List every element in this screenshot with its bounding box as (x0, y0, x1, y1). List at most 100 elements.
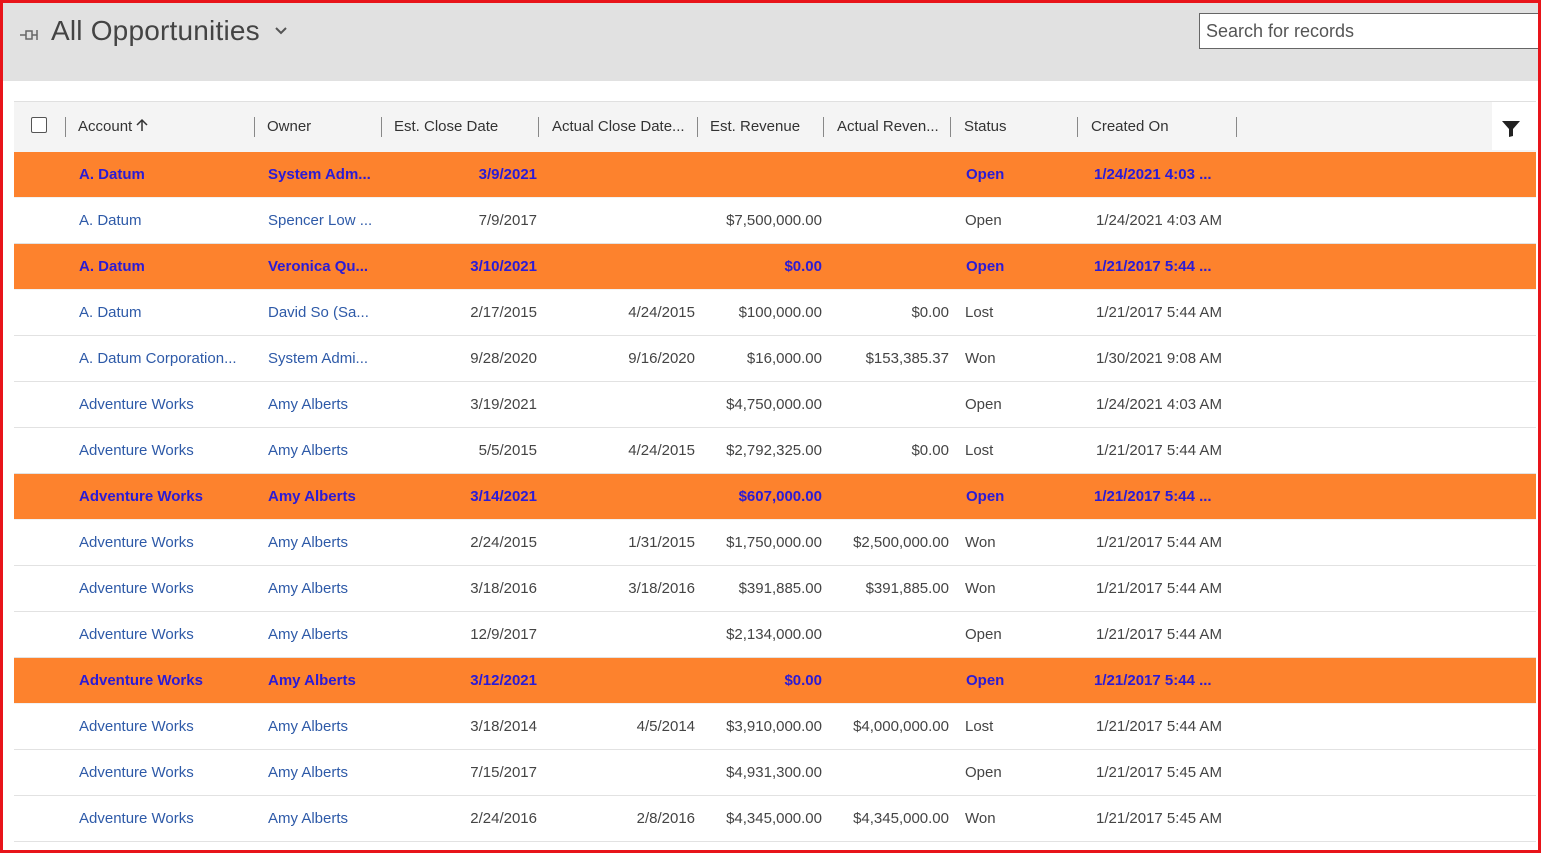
status-cell: Lost (965, 304, 994, 321)
column-divider[interactable] (65, 117, 66, 137)
owner-cell[interactable]: Amy Alberts (268, 658, 388, 703)
status-cell: Open (965, 764, 1002, 781)
table-row[interactable]: A. Datum Veronica Qu... 3/10/2021 $0.00 Open… (14, 244, 1536, 290)
est-close-date-cell: 7/9/2017 (478, 212, 537, 229)
created-on-cell: 1/21/2017 5:44 AM (1096, 718, 1222, 735)
account-cell[interactable]: A. Datum Corporation... (79, 336, 264, 381)
owner-cell[interactable]: Amy Alberts (268, 704, 388, 749)
column-header-actual-close-date[interactable]: Actual Close Date... (552, 102, 685, 152)
column-header-actual-revenue[interactable]: Actual Reven... (837, 102, 939, 152)
table-row[interactable]: A. Datum System Adm... 3/9/2021 Open 1/24/20… (14, 152, 1536, 198)
status-cell: Won (965, 810, 996, 827)
account-cell[interactable]: Adventure Works (79, 520, 264, 565)
est-revenue-cell: $4,931,300.00 (726, 764, 822, 781)
actual-close-date-cell: 4/5/2014 (636, 718, 695, 735)
account-cell[interactable]: A. Datum (79, 152, 264, 197)
status-cell: Open (966, 488, 1005, 505)
column-header-owner[interactable]: Owner (267, 102, 311, 152)
account-cell[interactable]: Adventure Works (79, 474, 264, 519)
column-divider[interactable] (1236, 117, 1237, 137)
est-revenue-cell: $4,345,000.00 (726, 810, 822, 827)
account-cell[interactable]: Adventure Works (79, 566, 264, 611)
select-all-checkbox[interactable] (31, 117, 47, 133)
owner-cell[interactable]: Amy Alberts (268, 520, 388, 565)
est-close-date-cell: 5/5/2015 (478, 442, 537, 459)
est-close-date-cell: 2/17/2015 (470, 304, 537, 321)
account-cell[interactable]: A. Datum (79, 244, 264, 289)
owner-cell[interactable]: David So (Sa... (268, 290, 388, 335)
account-cell[interactable]: Adventure Works (79, 612, 264, 657)
table-row[interactable]: Adventure Works Amy Alberts 3/18/2016 3/18/… (14, 566, 1536, 612)
created-on-cell: 1/21/2017 5:44 AM (1096, 304, 1222, 321)
column-divider[interactable] (538, 117, 539, 137)
actual-close-date-cell (541, 612, 695, 657)
column-divider[interactable] (381, 117, 382, 137)
column-header-label: Actual Close Date... (552, 118, 685, 135)
column-header-est-revenue[interactable]: Est. Revenue (710, 102, 800, 152)
account-cell[interactable]: Adventure Works (79, 428, 264, 473)
table-row[interactable]: Adventure Works Amy Alberts 12/9/2017 $2,13… (14, 612, 1536, 658)
table-row[interactable]: Adventure Works Amy Alberts 7/15/2017 $4,93… (14, 750, 1536, 796)
est-close-date-cell: 2/24/2016 (470, 810, 537, 827)
created-on-cell: 1/21/2017 5:44 ... (1094, 672, 1212, 689)
owner-cell[interactable]: Amy Alberts (268, 750, 388, 795)
actual-close-date-cell (541, 382, 695, 427)
owner-cell[interactable]: System Admi... (268, 336, 388, 381)
est-revenue-cell: $2,134,000.00 (726, 626, 822, 643)
table-row[interactable]: Adventure Works Amy Alberts 3/12/2021 $0.00… (14, 658, 1536, 704)
status-cell: Open (965, 396, 1002, 413)
table-row[interactable]: A. Datum David So (Sa... 2/17/2015 4/24/201… (14, 290, 1536, 336)
owner-cell[interactable]: Amy Alberts (268, 428, 388, 473)
owner-cell[interactable]: Spencer Low ... (268, 198, 388, 243)
column-divider[interactable] (697, 117, 698, 137)
account-cell[interactable]: A. Datum (79, 290, 264, 335)
est-close-date-cell: 3/9/2021 (478, 166, 537, 183)
table-row[interactable]: Adventure Works Amy Alberts 5/5/2015 4/24/2… (14, 428, 1536, 474)
owner-cell[interactable]: Veronica Qu... (268, 244, 388, 289)
account-cell[interactable]: Adventure Works (79, 750, 264, 795)
actual-revenue-cell: $0.00 (911, 304, 949, 321)
account-cell[interactable]: Adventure Works (79, 382, 264, 427)
column-header-est-close-date[interactable]: Est. Close Date (394, 102, 498, 152)
table-row[interactable]: A. Datum Corporation... System Admi... 9/2… (14, 336, 1536, 382)
column-header-account[interactable]: Account (78, 102, 149, 152)
account-cell[interactable]: Adventure Works (79, 796, 264, 841)
status-cell: Open (966, 672, 1005, 689)
column-divider[interactable] (254, 117, 255, 137)
owner-cell[interactable]: Amy Alberts (268, 474, 388, 519)
table-row[interactable]: Adventure Works Amy Alberts 3/18/2014 4/5/2… (14, 704, 1536, 750)
actual-close-date-cell (541, 198, 695, 243)
actual-revenue-cell: $4,000,000.00 (853, 718, 949, 735)
column-divider[interactable] (950, 117, 951, 137)
status-cell: Open (965, 212, 1002, 229)
column-divider[interactable] (1077, 117, 1078, 137)
owner-cell[interactable]: Amy Alberts (268, 566, 388, 611)
actual-close-date-cell (541, 750, 695, 795)
account-cell[interactable]: Adventure Works (79, 658, 264, 703)
owner-cell[interactable]: Amy Alberts (268, 796, 388, 841)
est-close-date-cell: 3/10/2021 (470, 258, 537, 275)
owner-cell[interactable]: Amy Alberts (268, 612, 388, 657)
view-title[interactable]: All Opportunities (51, 15, 260, 47)
table-row[interactable]: Adventure Works Amy Alberts 3/14/2021 $607,… (14, 474, 1536, 520)
chevron-down-icon[interactable] (273, 23, 289, 39)
column-header-status[interactable]: Status (964, 102, 1007, 152)
table-row[interactable]: A. Datum Spencer Low ... 7/9/2017 $7,500,00… (14, 198, 1536, 244)
account-cell[interactable]: Adventure Works (79, 704, 264, 749)
owner-cell[interactable]: System Adm... (268, 152, 388, 197)
account-cell[interactable]: A. Datum (79, 198, 264, 243)
table-row[interactable]: Adventure Works Amy Alberts 3/19/2021 $4,75… (14, 382, 1536, 428)
filter-button[interactable] (1492, 102, 1536, 150)
owner-cell[interactable]: Amy Alberts (268, 382, 388, 427)
actual-close-date-cell (541, 152, 695, 197)
actual-revenue-cell: $153,385.37 (865, 350, 949, 367)
column-divider[interactable] (823, 117, 824, 137)
created-on-cell: 1/21/2017 5:45 AM (1096, 764, 1222, 781)
table-row[interactable]: Adventure Works Amy Alberts 2/24/2016 2/8/2… (14, 796, 1536, 842)
est-revenue-cell: $100,000.00 (738, 304, 822, 321)
actual-revenue-cell: $4,345,000.00 (853, 810, 949, 827)
table-row[interactable]: Adventure Works Amy Alberts 2/24/2015 1/31/… (14, 520, 1536, 566)
column-header-created-on[interactable]: Created On (1091, 102, 1169, 152)
search-input[interactable] (1199, 13, 1539, 49)
pin-icon[interactable] (18, 23, 40, 45)
